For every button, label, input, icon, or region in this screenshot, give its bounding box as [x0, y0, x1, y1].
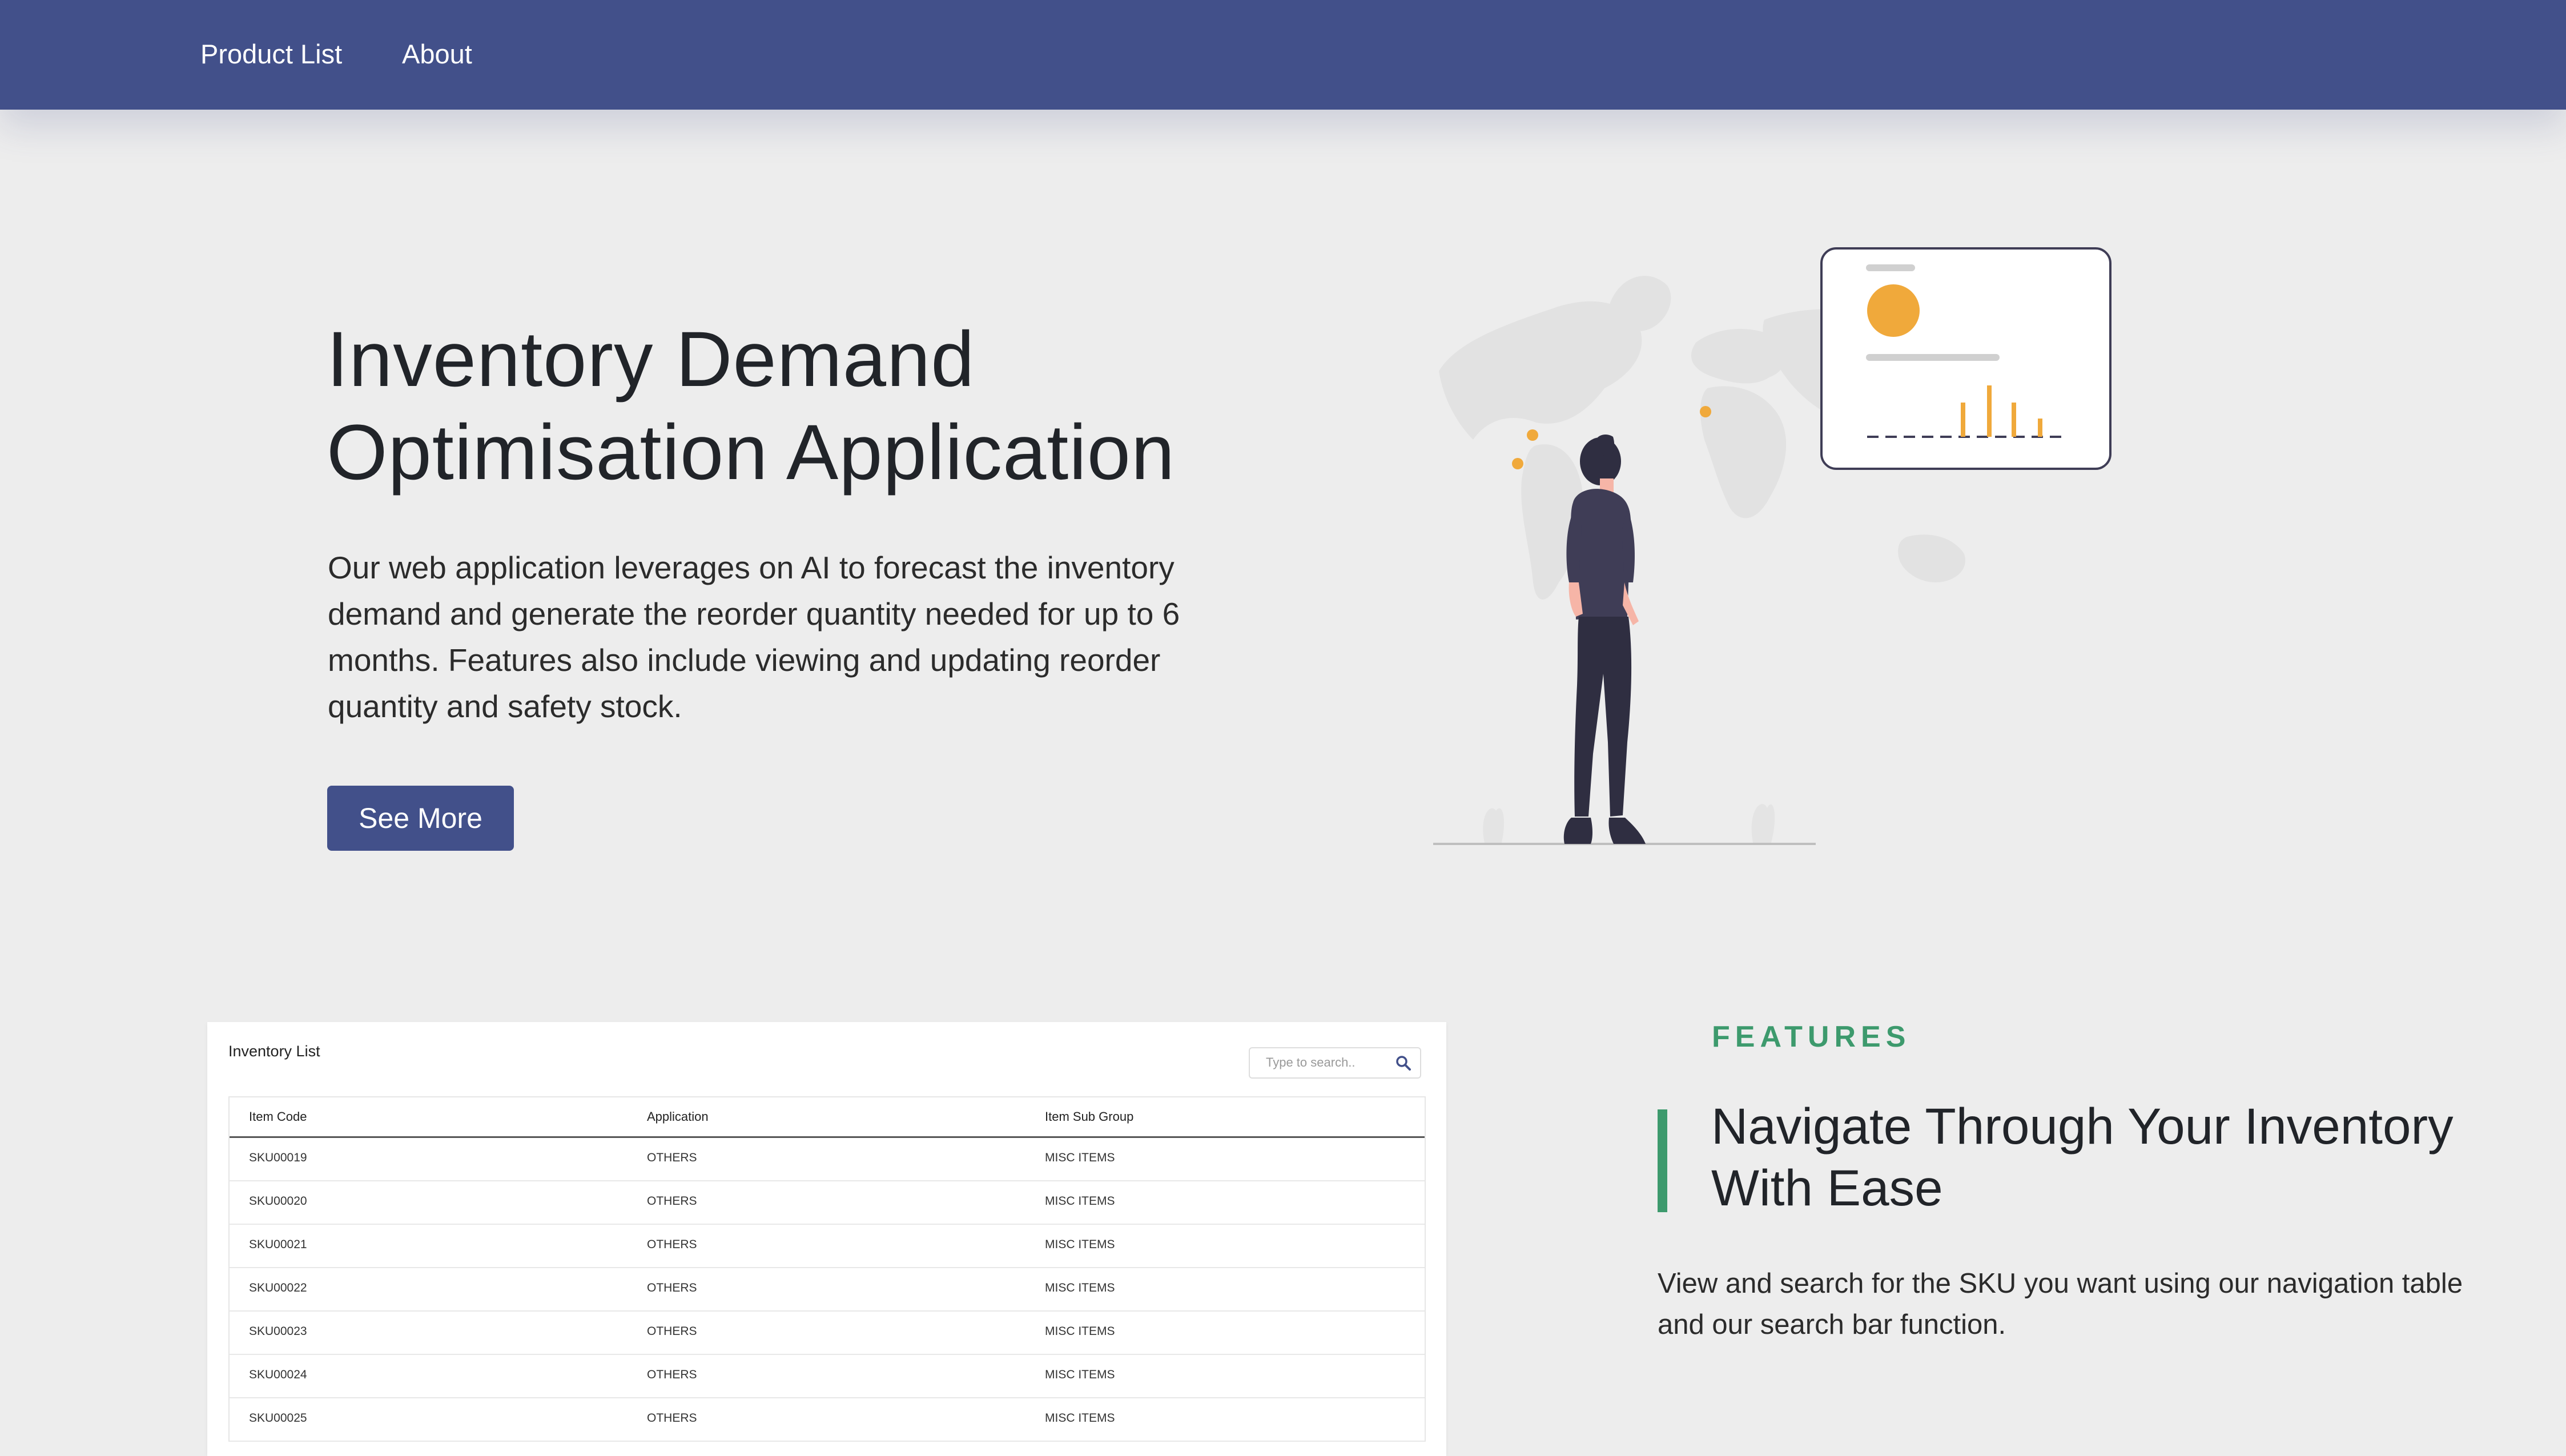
- cell-item-code: SKU00022: [249, 1281, 307, 1294]
- cell-application: OTHERS: [647, 1368, 697, 1381]
- dashboard-card-illustration: [1820, 247, 2111, 470]
- top-navbar: Product List About: [0, 0, 2566, 110]
- cell-item-sub-group: MISC ITEMS: [1045, 1411, 1115, 1425]
- table-row[interactable]: SKU00019 OTHERS MISC ITEMS: [230, 1138, 1425, 1181]
- hero-description: Our web application leverages on AI to f…: [328, 550, 1180, 724]
- cell-item-code: SKU00021: [249, 1238, 307, 1251]
- inventory-list-preview: Inventory List Type to search.. Item Cod…: [207, 1022, 1446, 1456]
- preview-table: Item Code Application Item Sub Group SKU…: [228, 1096, 1426, 1442]
- preview-search-box[interactable]: Type to search..: [1249, 1047, 1421, 1079]
- table-row[interactable]: SKU00022 OTHERS MISC ITEMS: [230, 1268, 1425, 1312]
- cell-application: OTHERS: [647, 1411, 697, 1425]
- cell-item-code: SKU00024: [249, 1368, 307, 1381]
- cell-item-sub-group: MISC ITEMS: [1045, 1368, 1115, 1381]
- cell-item-sub-group: MISC ITEMS: [1045, 1325, 1115, 1338]
- features-description: View and search for the SKU you want usi…: [1658, 1268, 2463, 1340]
- hero-title-line-2: Optimisation Application: [327, 409, 1176, 496]
- table-row[interactable]: SKU00021 OTHERS MISC ITEMS: [230, 1225, 1425, 1268]
- hero-title-line-1: Inventory Demand: [327, 316, 975, 403]
- hero-title: Inventory Demand Optimisation Applicatio…: [327, 313, 1297, 499]
- preview-search-placeholder: Type to search..: [1266, 1055, 1356, 1069]
- column-header-item-code[interactable]: Item Code: [249, 1097, 307, 1136]
- cell-item-sub-group: MISC ITEMS: [1045, 1151, 1115, 1164]
- cell-application: OTHERS: [647, 1281, 697, 1294]
- cell-item-code: SKU00019: [249, 1151, 307, 1164]
- see-more-button[interactable]: See More: [327, 786, 514, 851]
- nav-link-product-list[interactable]: Product List: [200, 35, 342, 73]
- search-icon[interactable]: [1395, 1055, 1412, 1072]
- column-header-application[interactable]: Application: [647, 1097, 709, 1136]
- table-header: Item Code Application Item Sub Group: [230, 1097, 1425, 1138]
- cell-item-sub-group: MISC ITEMS: [1045, 1194, 1115, 1208]
- table-row[interactable]: SKU00024 OTHERS MISC ITEMS: [230, 1355, 1425, 1398]
- nav-link-about[interactable]: About: [402, 35, 472, 73]
- cell-application: OTHERS: [647, 1194, 697, 1208]
- cell-item-sub-group: MISC ITEMS: [1045, 1281, 1115, 1294]
- features-accent-bar: [1658, 1109, 1667, 1212]
- cell-application: OTHERS: [647, 1238, 697, 1251]
- cell-item-code: SKU00023: [249, 1325, 307, 1338]
- cell-application: OTHERS: [647, 1151, 697, 1164]
- table-row[interactable]: SKU00023 OTHERS MISC ITEMS: [230, 1312, 1425, 1355]
- cell-item-code: SKU00020: [249, 1194, 307, 1208]
- cell-application: OTHERS: [647, 1325, 697, 1338]
- preview-title: Inventory List: [228, 1043, 320, 1060]
- hero-illustration: [1433, 247, 2111, 845]
- cell-item-code: SKU00025: [249, 1411, 307, 1425]
- table-row[interactable]: SKU00020 OTHERS MISC ITEMS: [230, 1181, 1425, 1225]
- features-heading: Navigate Through Your Inventory With Eas…: [1711, 1097, 2454, 1216]
- cell-item-sub-group: MISC ITEMS: [1045, 1238, 1115, 1251]
- features-eyebrow: FEATURES: [1712, 1020, 1911, 1053]
- column-header-item-sub-group[interactable]: Item Sub Group: [1045, 1097, 1133, 1136]
